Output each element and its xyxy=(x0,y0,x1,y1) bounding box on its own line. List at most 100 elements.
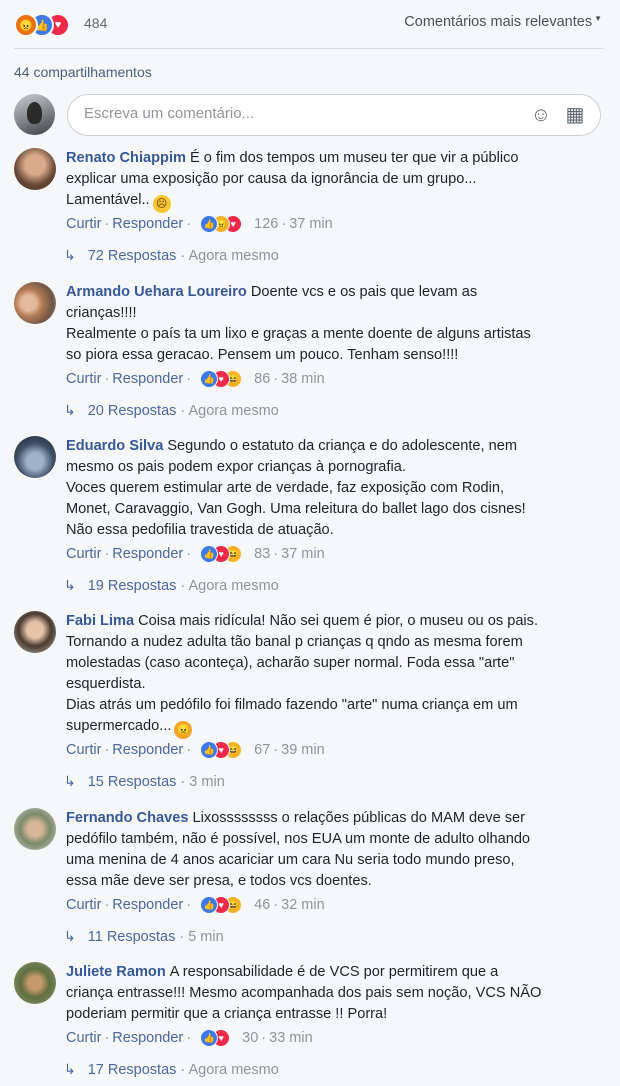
comment-text-line: Coisa mais ridícula! Não sei quem é pior… xyxy=(138,613,539,629)
comment-time[interactable]: 39 min xyxy=(281,742,325,758)
comment-author[interactable]: Eduardo Silva xyxy=(66,438,163,454)
comment-text-line: Monet, Caravaggio, Van Gogh. Uma releitu… xyxy=(66,501,526,517)
reply-time: Agora mesmo xyxy=(188,578,279,594)
comment-author[interactable]: Fernando Chaves xyxy=(66,810,188,826)
comment-text-line: explicar uma exposição por causa da igno… xyxy=(66,171,477,187)
comment-reactions[interactable]: 👍 ♥ xyxy=(200,1028,236,1047)
comment-text-line: Não essa pedofilia travestida de atuação… xyxy=(66,522,334,538)
replies-link[interactable]: ↳ 72 Respostas · Agora mesmo xyxy=(64,245,279,265)
reply-button[interactable]: Responder xyxy=(112,1030,183,1046)
like-button[interactable]: Curtir xyxy=(66,742,101,758)
reply-button[interactable]: Responder xyxy=(112,546,183,562)
replies-count[interactable]: 72 Respostas xyxy=(88,248,177,264)
reaction-count[interactable]: 484 xyxy=(84,15,107,31)
comment-text-line: A responsabilidade é de VCS por permitir… xyxy=(169,964,499,980)
comment-author[interactable]: Renato Chiappim xyxy=(66,150,186,166)
reactions-summary-bar: 😠 👍 ♥ 484 Comentários mais relevantes ▼ xyxy=(14,10,604,38)
comment-author[interactable]: Fabi Lima xyxy=(66,613,134,629)
reaction-count[interactable]: 67 xyxy=(254,742,270,758)
comment-text-line: so piora essa geracao. Pensem um pouco. … xyxy=(66,347,459,363)
comment-reactions[interactable]: 👍 ♥ 😆 xyxy=(200,369,248,388)
reply-button[interactable]: Responder xyxy=(112,216,183,232)
current-user-avatar xyxy=(14,94,55,135)
comment-body: Armando Uehara Loureiro Doente vcs e os p… xyxy=(66,282,586,366)
comment-body: Juliete Ramon A responsabilidade é de VCS… xyxy=(66,962,586,1025)
replies-link[interactable]: ↳ 11 Respostas · 5 min xyxy=(64,926,224,946)
comment-author[interactable]: Juliete Ramon xyxy=(66,964,166,980)
avatar[interactable] xyxy=(14,808,56,850)
comment-text-line: crianças!!!! xyxy=(66,305,137,321)
comment-actions: Curtir · Responder · 👍 ♥ 😆 67 · 39 min xyxy=(66,740,325,759)
reaction-count[interactable]: 46 xyxy=(254,897,270,913)
like-button[interactable]: Curtir xyxy=(66,546,101,562)
reply-arrow-icon: ↳ xyxy=(64,1061,76,1077)
angry-icon: 😠 xyxy=(14,13,38,37)
reaction-count[interactable]: 126 xyxy=(254,216,278,232)
like-button[interactable]: Curtir xyxy=(66,1030,101,1046)
avatar[interactable] xyxy=(14,436,56,478)
comment-reactions[interactable]: 👍 😠 ♥ xyxy=(200,214,248,233)
reply-button[interactable]: Responder xyxy=(112,897,183,913)
comment-reactions[interactable]: 👍 ♥ 😆 xyxy=(200,895,248,914)
comment-input[interactable] xyxy=(82,104,516,123)
comment-text-line: mesmo os pais podem expor crianças à por… xyxy=(66,459,406,475)
sticker-icon[interactable]: ▦ xyxy=(564,104,586,126)
reply-button[interactable]: Responder xyxy=(112,742,183,758)
like-icon: 👍 xyxy=(200,545,219,563)
reply-arrow-icon: ↳ xyxy=(64,577,76,593)
replies-count[interactable]: 19 Respostas xyxy=(88,578,177,594)
replies-count[interactable]: 20 Respostas xyxy=(88,403,177,419)
avatar[interactable] xyxy=(14,962,56,1004)
shares-count[interactable]: 44 compartilhamentos xyxy=(14,64,152,80)
comment-actions: Curtir · Responder · 👍 ♥ 😆 86 · 38 min xyxy=(66,369,325,388)
replies-count[interactable]: 15 Respostas xyxy=(88,774,177,790)
comment-text-line: Realmente o país ta um lixo e graças a m… xyxy=(66,326,531,342)
like-icon: 👍 xyxy=(200,896,219,914)
sort-comments-dropdown[interactable]: Comentários mais relevantes ▼ xyxy=(404,14,602,30)
like-icon: 👍 xyxy=(200,741,219,759)
like-button[interactable]: Curtir xyxy=(66,897,101,913)
replies-link[interactable]: ↳ 17 Respostas · Agora mesmo xyxy=(64,1059,279,1079)
reply-arrow-icon: ↳ xyxy=(64,247,76,263)
avatar[interactable] xyxy=(14,282,56,324)
comment-text-line: poderiam permitir que a criança entrasse… xyxy=(66,1006,388,1022)
reply-time: Agora mesmo xyxy=(188,1062,279,1078)
comment-reactions[interactable]: 👍 ♥ 😆 xyxy=(200,740,248,759)
replies-count[interactable]: 11 Respostas xyxy=(88,929,176,945)
reaction-count[interactable]: 86 xyxy=(254,371,270,387)
comment-text-line: Segundo o estatuto da criança e do adole… xyxy=(167,438,518,454)
avatar[interactable] xyxy=(14,611,56,653)
comment-time[interactable]: 32 min xyxy=(281,897,325,913)
reply-arrow-icon: ↳ xyxy=(64,402,76,418)
comment-time[interactable]: 37 min xyxy=(289,216,333,232)
comment-composer[interactable]: ☺ ▦ xyxy=(67,94,601,136)
comment-text-line: Voces querem estimular arte de verdade, … xyxy=(66,480,505,496)
replies-count[interactable]: 17 Respostas xyxy=(88,1062,177,1078)
replies-link[interactable]: ↳ 15 Respostas · 3 min xyxy=(64,771,225,791)
comment-text-line: É o fim dos tempos um museu ter que vir … xyxy=(190,150,519,166)
emoji-icon[interactable]: ☺ xyxy=(530,104,552,126)
comment-text-line: supermercado... xyxy=(66,718,172,734)
avatar[interactable] xyxy=(14,148,56,190)
reaction-count[interactable]: 30 xyxy=(242,1030,258,1046)
comment-time[interactable]: 33 min xyxy=(269,1030,313,1046)
comment-body: Renato Chiappim É o fim dos tempos um mus… xyxy=(66,148,586,213)
comment-time[interactable]: 37 min xyxy=(281,546,325,562)
reply-arrow-icon: ↳ xyxy=(64,928,76,944)
reply-time: Agora mesmo xyxy=(188,403,279,419)
replies-link[interactable]: ↳ 20 Respostas · Agora mesmo xyxy=(64,400,279,420)
divider xyxy=(14,48,604,49)
like-icon: 👍 xyxy=(200,215,219,233)
reply-button[interactable]: Responder xyxy=(112,371,183,387)
replies-link[interactable]: ↳ 19 Respostas · Agora mesmo xyxy=(64,575,279,595)
comment-author[interactable]: Armando Uehara Loureiro xyxy=(66,284,247,300)
comment-time[interactable]: 38 min xyxy=(281,371,325,387)
comment-text-line: Dias atrás um pedófilo foi filmado fazen… xyxy=(66,697,518,713)
like-button[interactable]: Curtir xyxy=(66,371,101,387)
like-button[interactable]: Curtir xyxy=(66,216,101,232)
comment-text-line: Lamentável.. xyxy=(66,192,150,208)
comment-reactions[interactable]: 👍 ♥ 😆 xyxy=(200,544,248,563)
reaction-count[interactable]: 83 xyxy=(254,546,270,562)
comment-text-line: pedófilo também, não é possível, nos EUA… xyxy=(66,831,531,847)
comment-text-line: molestadas (caso aconteça), acharão supe… xyxy=(66,655,515,671)
